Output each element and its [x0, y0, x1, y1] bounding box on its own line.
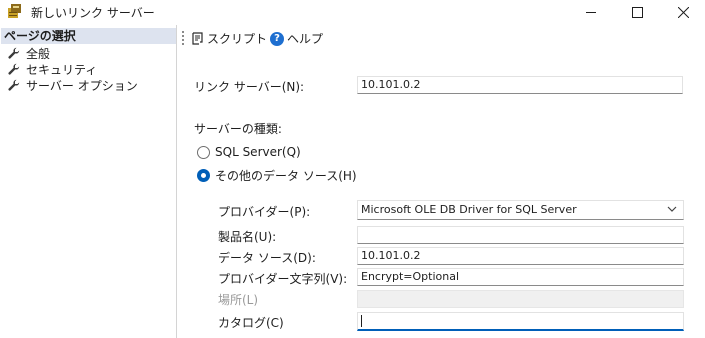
radio-other-label: その他のデータ ソース(H)	[215, 169, 357, 183]
radio-sql-server-label: SQL Server(Q)	[215, 145, 301, 159]
provider-select[interactable]: Microsoft OLE DB Driver for SQL Server	[357, 200, 684, 220]
minimize-icon	[585, 11, 596, 13]
catalog-label: カタログ(C)	[218, 316, 284, 330]
toolbar-grip	[182, 31, 184, 47]
page-item-server-options[interactable]: サーバー オプション	[8, 77, 138, 93]
help-label: ヘルプ	[287, 32, 324, 46]
data-source-label: データ ソース(D):	[218, 251, 316, 265]
script-label: スクリプト	[207, 32, 268, 46]
maximize-button[interactable]	[614, 0, 660, 24]
location-input	[357, 290, 684, 308]
script-button[interactable]: スクリプト ▼	[190, 30, 280, 47]
close-button[interactable]	[660, 0, 705, 24]
title-bar: 新しいリンク サーバー	[0, 0, 705, 24]
wrench-icon	[8, 47, 20, 59]
linked-server-input[interactable]: 10.101.0.2	[357, 76, 683, 94]
close-icon	[677, 6, 689, 18]
wrench-icon	[8, 79, 20, 91]
radio-sql-server[interactable]: SQL Server(Q)	[197, 145, 301, 159]
text-cursor	[361, 315, 362, 327]
toolbar: スクリプト ▼ ? ヘルプ	[178, 25, 705, 53]
location-label: 場所(L)	[218, 293, 259, 307]
page-item-security[interactable]: セキュリティ	[8, 61, 97, 77]
window-title: 新しいリンク サーバー	[31, 6, 155, 20]
data-source-input[interactable]: 10.101.0.2	[357, 247, 684, 265]
maximize-icon	[631, 6, 643, 18]
page-item-general[interactable]: 全般	[8, 45, 50, 61]
help-icon: ?	[270, 31, 284, 46]
product-name-input[interactable]	[357, 226, 684, 244]
radio-unchecked-icon	[197, 145, 210, 159]
page-item-label: サーバー オプション	[26, 78, 138, 93]
minimize-button[interactable]	[568, 0, 614, 24]
linked-server-label: リンク サーバー(N):	[194, 80, 305, 94]
provider-string-label: プロバイダー文字列(V):	[218, 272, 348, 286]
radio-checked-icon	[197, 169, 210, 182]
page-selection-header: ページの選択	[1, 28, 176, 44]
product-name-label: 製品名(U):	[218, 230, 277, 244]
app-icon	[8, 4, 21, 18]
page-item-label: 全般	[26, 46, 51, 61]
help-button[interactable]: ? ヘルプ	[270, 30, 323, 47]
provider-label: プロバイダー(P):	[218, 205, 311, 219]
provider-string-input[interactable]: Encrypt=Optional	[357, 268, 684, 286]
catalog-input[interactable]	[357, 312, 684, 331]
provider-selected-value: Microsoft OLE DB Driver for SQL Server	[361, 203, 577, 216]
script-icon	[192, 31, 203, 45]
page-selection-pane: ページの選択 全般 セキュリティ サーバー オプション	[0, 25, 177, 338]
page-item-label: セキュリティ	[26, 62, 98, 77]
radio-other-data-source[interactable]: その他のデータ ソース(H)	[197, 167, 357, 184]
wrench-icon	[8, 63, 20, 75]
server-type-label: サーバーの種類:	[194, 122, 282, 136]
chevron-down-icon	[667, 206, 677, 212]
